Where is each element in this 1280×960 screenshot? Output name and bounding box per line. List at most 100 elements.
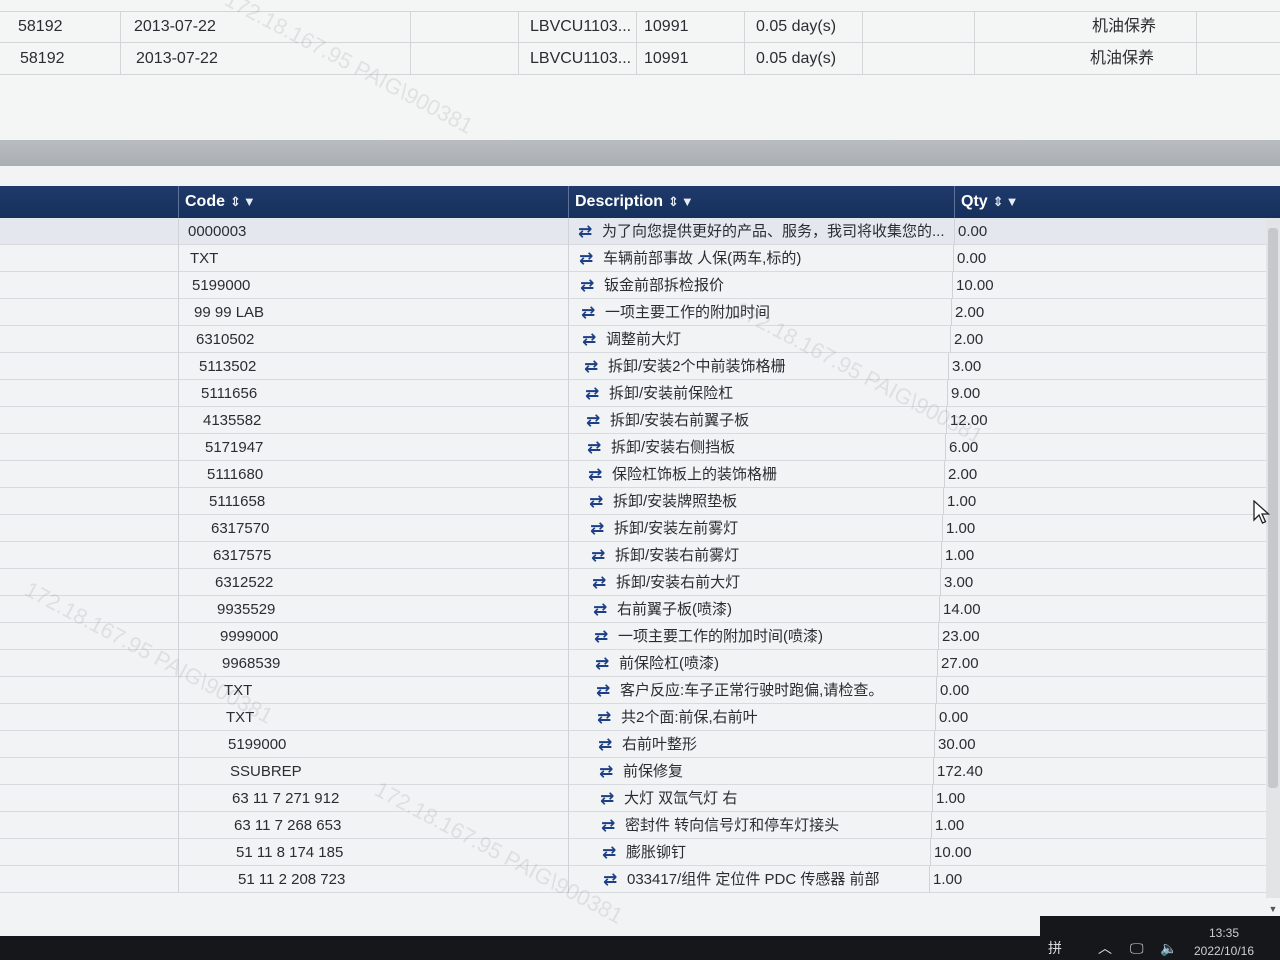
cell-description: ⇄ 共2个面:前保,右前叶: [597, 704, 965, 731]
cell-qty: 0.00: [957, 250, 987, 267]
table-row[interactable]: 6310502 ⇄ 调整前大灯 2.00: [0, 326, 1280, 353]
swap-arrows-icon[interactable]: ⇄: [582, 326, 602, 353]
swap-arrows-icon[interactable]: ⇄: [579, 245, 599, 272]
cell-qty: 23.00: [942, 628, 980, 645]
column-header-code[interactable]: Code ⇕ ▼: [178, 186, 568, 218]
swap-arrows-icon[interactable]: ⇄: [596, 677, 616, 704]
cell-description-text: 一项主要工作的附加时间: [605, 304, 771, 321]
table-row[interactable]: 6312522 ⇄ 拆卸/安装右前大灯 3.00: [0, 569, 1280, 596]
table-row[interactable]: 5111656 ⇄ 拆卸/安装前保险杠 9.00: [0, 380, 1280, 407]
sort-icon[interactable]: ⇕: [668, 186, 679, 218]
cell-description: ⇄ 膨胀铆钉: [602, 839, 970, 866]
table-row[interactable]: 5113502 ⇄ 拆卸/安装2个中前装饰格栅 3.00: [0, 353, 1280, 380]
row-number: 10991: [644, 18, 689, 35]
cell-code: 6317575: [213, 547, 272, 564]
swap-arrows-icon[interactable]: ⇄: [597, 704, 617, 731]
cell-qty: 2.00: [955, 304, 985, 321]
table-row[interactable]: 5111680 ⇄ 保险杠饰板上的装饰格栅 2.00: [0, 461, 1280, 488]
cell-description-text: 为了向您提供更好的产品、服务，我司将收集您的...: [602, 223, 945, 240]
table-row[interactable]: 99 99 LAB ⇄ 一项主要工作的附加时间 2.00: [0, 299, 1280, 326]
swap-arrows-icon[interactable]: ⇄: [589, 488, 609, 515]
volume-icon[interactable]: 🔈: [1160, 936, 1177, 960]
swap-arrows-icon[interactable]: ⇄: [603, 866, 623, 893]
swap-arrows-icon[interactable]: ⇄: [581, 299, 601, 326]
swap-arrows-icon[interactable]: ⇄: [584, 353, 604, 380]
vertical-scrollbar[interactable]: ▼: [1266, 218, 1280, 914]
filter-icon[interactable]: ▼: [1006, 186, 1019, 218]
scroll-down-arrow-icon[interactable]: ▼: [1266, 902, 1280, 916]
table-row[interactable]: 5199000 ⇄ 钣金前部拆检报价 10.00: [0, 272, 1280, 299]
cell-description: ⇄ 一项主要工作的附加时间: [581, 299, 949, 326]
cell-description-text: 大灯 双氙气灯 右: [624, 790, 738, 807]
cell-code: 5113502: [199, 358, 257, 375]
cell-code: 0000003: [188, 223, 247, 240]
top-table: 11160 2013-12-11 58192 2013-07-22 LBVCU1…: [0, 0, 1280, 140]
cell-description-text: 共2个面:前保,右前叶: [621, 709, 758, 726]
swap-arrows-icon[interactable]: ⇄: [578, 218, 598, 245]
chevron-up-icon[interactable]: ︿: [1098, 936, 1112, 960]
cell-description: ⇄ 前保险杠(喷漆): [595, 650, 963, 677]
cell-description: ⇄ 拆卸/安装牌照垫板: [589, 488, 957, 515]
table-row[interactable]: 0000003 ⇄ 为了向您提供更好的产品、服务，我司将收集您的... 0.00: [0, 218, 1280, 245]
table-row[interactable]: 58192 2013-07-22 LBVCU1103... 10991 0.05…: [0, 11, 1280, 43]
cell-code: 4135582: [203, 412, 262, 429]
cell-description: ⇄ 车辆前部事故 人保(两车,标的): [579, 245, 947, 272]
table-row[interactable]: 9968539 ⇄ 前保险杠(喷漆) 27.00: [0, 650, 1280, 677]
swap-arrows-icon[interactable]: ⇄: [580, 272, 600, 299]
table-row[interactable]: 51 11 2 208 723 ⇄ 033417/组件 定位件 PDC 传感器 前部…: [0, 866, 1280, 893]
table-row[interactable]: 5111658 ⇄ 拆卸/安装牌照垫板 1.00: [0, 488, 1280, 515]
swap-arrows-icon[interactable]: ⇄: [591, 542, 611, 569]
panel-splitter[interactable]: [0, 140, 1280, 166]
table-row[interactable]: 63 11 7 271 912 ⇄ 大灯 双氙气灯 右 1.00: [0, 785, 1280, 812]
cell-description-text: 钣金前部拆检报价: [604, 277, 725, 294]
swap-arrows-icon[interactable]: ⇄: [585, 380, 605, 407]
swap-arrows-icon[interactable]: ⇄: [602, 839, 622, 866]
table-row[interactable]: 6317570 ⇄ 拆卸/安装左前雾灯 1.00: [0, 515, 1280, 542]
swap-arrows-icon[interactable]: ⇄: [598, 731, 618, 758]
column-header-description[interactable]: Description ⇕ ▼: [568, 186, 954, 218]
table-row[interactable]: 58192 2013-07-22 LBVCU1103... 10991 0.05…: [0, 43, 1280, 75]
taskbar: 拼 ︿ 🖵 🔈 13:35 2022/10/16: [0, 916, 1280, 960]
swap-arrows-icon[interactable]: ⇄: [590, 515, 610, 542]
cell-description-text: 033417/组件 定位件 PDC 传感器 前部: [627, 871, 880, 888]
table-row[interactable]: 63 11 7 268 653 ⇄ 密封件 转向信号灯和停车灯接头 1.00: [0, 812, 1280, 839]
cell-description: ⇄ 拆卸/安装前保险杠: [585, 380, 953, 407]
swap-arrows-icon[interactable]: ⇄: [599, 758, 619, 785]
cell-code: 63 11 7 268 653: [234, 817, 342, 834]
network-icon[interactable]: 🖵: [1130, 936, 1144, 960]
table-row[interactable]: 5199000 ⇄ 右前叶整形 30.00: [0, 731, 1280, 758]
swap-arrows-icon[interactable]: ⇄: [588, 461, 608, 488]
table-row[interactable]: TXT ⇄ 车辆前部事故 人保(两车,标的) 0.00: [0, 245, 1280, 272]
table-row[interactable]: 5171947 ⇄ 拆卸/安装右侧挡板 6.00: [0, 434, 1280, 461]
swap-arrows-icon[interactable]: ⇄: [593, 596, 613, 623]
table-row[interactable]: SSUBREP ⇄ 前保修复 172.40: [0, 758, 1280, 785]
row-duration: 0.05 day(s): [756, 18, 837, 35]
sort-icon[interactable]: ⇕: [230, 186, 241, 218]
column-header-qty[interactable]: Qty ⇕ ▼: [954, 186, 1280, 218]
swap-arrows-icon[interactable]: ⇄: [600, 785, 620, 812]
filter-icon[interactable]: ▼: [243, 186, 256, 218]
table-row[interactable]: 6317575 ⇄ 拆卸/安装右前雾灯 1.00: [0, 542, 1280, 569]
table-row[interactable]: TXT ⇄ 共2个面:前保,右前叶 0.00: [0, 704, 1280, 731]
row-service-type: 机油保养: [1090, 50, 1155, 67]
ime-indicator[interactable]: 拼: [1048, 936, 1062, 960]
swap-arrows-icon[interactable]: ⇄: [595, 650, 615, 677]
sort-icon[interactable]: ⇕: [993, 186, 1004, 218]
swap-arrows-icon[interactable]: ⇄: [592, 569, 612, 596]
table-row[interactable]: 4135582 ⇄ 拆卸/安装右前翼子板 12.00: [0, 407, 1280, 434]
swap-arrows-icon[interactable]: ⇄: [586, 407, 606, 434]
system-clock[interactable]: 13:35 2022/10/16: [1184, 924, 1264, 960]
table-row[interactable]: 9935529 ⇄ 右前翼子板(喷漆) 14.00: [0, 596, 1280, 623]
table-row[interactable]: 9999000 ⇄ 一项主要工作的附加时间(喷漆) 23.00: [0, 623, 1280, 650]
cell-qty: 1.00: [936, 790, 966, 807]
table-row[interactable]: 51 11 8 174 185 ⇄ 膨胀铆钉 10.00: [0, 839, 1280, 866]
filter-icon[interactable]: ▼: [681, 186, 694, 218]
cell-description-text: 调整前大灯: [606, 331, 682, 348]
swap-arrows-icon[interactable]: ⇄: [594, 623, 614, 650]
row-vin: LBVCU1103...: [530, 50, 632, 67]
swap-arrows-icon[interactable]: ⇄: [587, 434, 607, 461]
swap-arrows-icon[interactable]: ⇄: [601, 812, 621, 839]
cell-description: ⇄ 右前翼子板(喷漆): [593, 596, 961, 623]
table-row[interactable]: TXT ⇄ 客户反应:车子正常行驶时跑偏,请检查。 0.00: [0, 677, 1280, 704]
cell-description: ⇄ 钣金前部拆检报价: [580, 272, 948, 299]
